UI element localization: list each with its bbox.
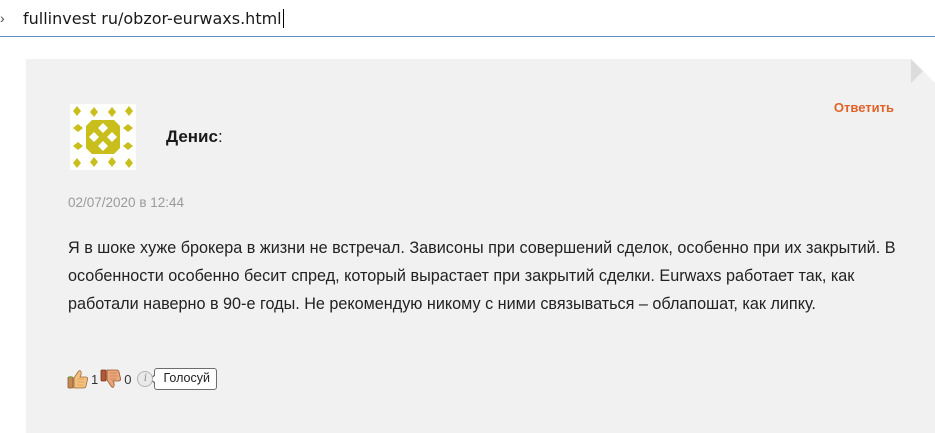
likes-count: 1 xyxy=(91,371,99,387)
avatar xyxy=(70,104,136,170)
reply-link[interactable]: Ответить xyxy=(834,100,894,115)
thumbs-down-icon[interactable] xyxy=(100,369,122,389)
comment-text: Я в шоке хуже брокера в жизни не встреча… xyxy=(68,239,896,313)
author-suffix: : xyxy=(217,127,223,146)
address-bar-edge-icon: › xyxy=(0,10,5,26)
text-caret xyxy=(282,9,284,28)
address-bar[interactable]: › fullinvest ru/obzor-eurwaxs.html xyxy=(0,0,935,37)
comment-card: Денис: Ответить 02/07/2020 в 12:44 Я в ш… xyxy=(26,59,935,433)
info-icon[interactable]: i xyxy=(137,371,154,387)
vote-button[interactable]: Голосуй xyxy=(149,368,217,390)
comment-rating: 1 0 i Голосуй xyxy=(67,368,217,390)
thumbs-up-icon[interactable] xyxy=(67,369,89,389)
url-input[interactable]: fullinvest ru/obzor-eurwaxs.html xyxy=(23,9,284,28)
card-fold-corner-cut xyxy=(911,59,935,83)
identicon-avatar-icon xyxy=(73,106,133,168)
dislikes-count: 0 xyxy=(124,371,132,387)
author-name: Денис xyxy=(166,127,218,146)
comment-date: 02/07/2020 в 12:44 xyxy=(68,195,185,210)
comment-author: Денис: xyxy=(166,127,223,147)
